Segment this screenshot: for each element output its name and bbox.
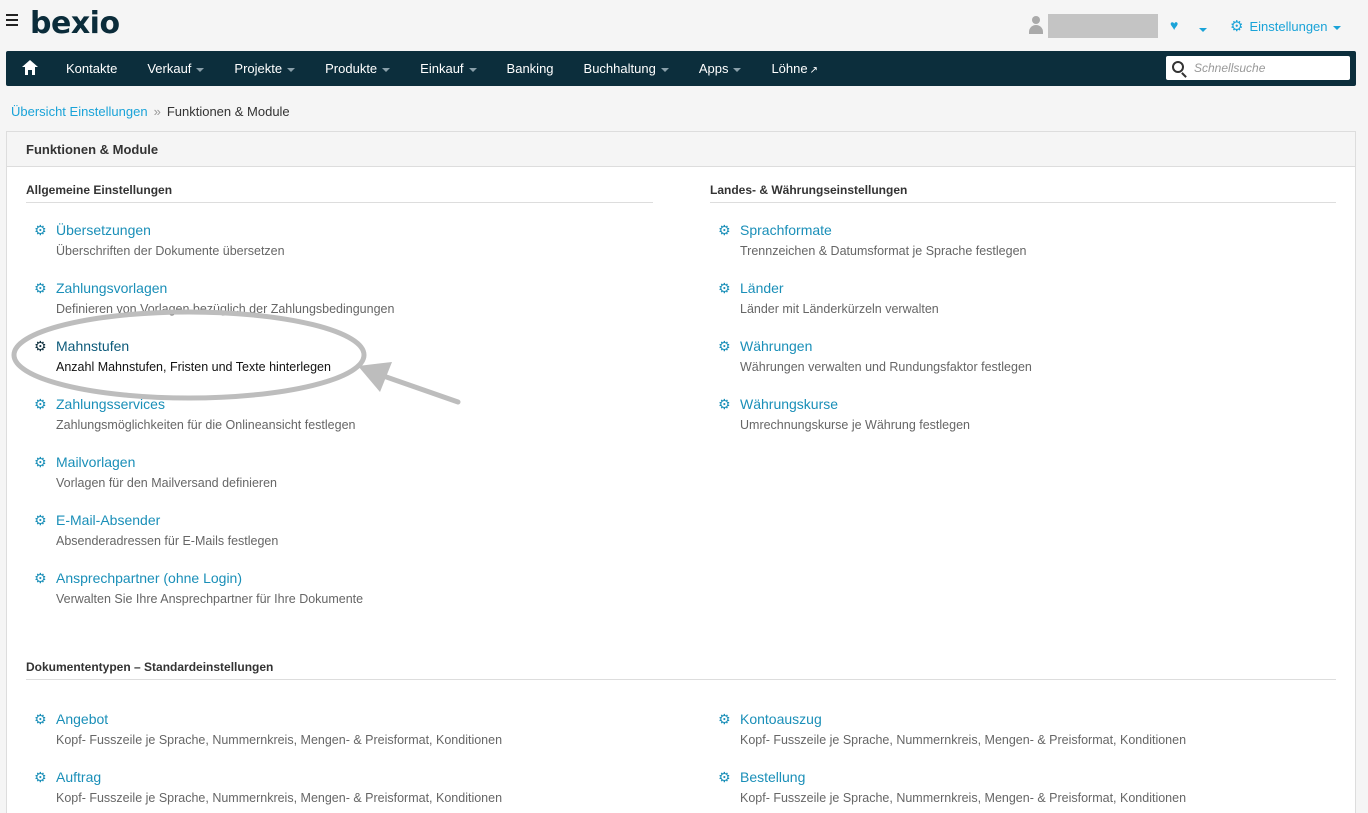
setting-description: Verwalten Sie Ihre Ansprechpartner für I… bbox=[56, 592, 364, 606]
chevron-down-icon bbox=[733, 67, 742, 72]
external-link-icon: ↗ bbox=[809, 65, 818, 76]
gear-icon: ⚙ bbox=[34, 396, 47, 412]
home-icon[interactable] bbox=[22, 60, 38, 76]
setting-link[interactable]: Mailvorlagen bbox=[56, 454, 135, 470]
gear-icon: ⚙ bbox=[1230, 18, 1244, 35]
nav-item-einkauf[interactable]: Einkauf bbox=[405, 61, 491, 76]
setting-link[interactable]: Sprachformate bbox=[740, 222, 832, 238]
setting-link[interactable]: Kontoauszug bbox=[740, 711, 822, 727]
settings-panel: Funktionen & Module Allgemeine Einstellu… bbox=[6, 131, 1356, 813]
chevron-down-icon bbox=[1332, 25, 1341, 30]
heart-icon[interactable]: ♥ bbox=[1170, 17, 1178, 33]
user-icon[interactable] bbox=[1028, 16, 1044, 34]
chevron-down-icon bbox=[196, 67, 205, 72]
setting-description: Währungen verwalten und Rundungsfaktor f… bbox=[740, 360, 1032, 374]
gear-icon: ⚙ bbox=[718, 396, 731, 412]
quick-search bbox=[1166, 56, 1350, 80]
gear-icon: ⚙ bbox=[718, 222, 731, 238]
chevron-down-icon bbox=[382, 67, 391, 72]
setting-description: Vorlagen für den Mailversand definieren bbox=[56, 476, 277, 490]
user-name-redacted[interactable] bbox=[1048, 14, 1158, 38]
setting-description: Überschriften der Dokumente übersetzen bbox=[56, 244, 285, 258]
gear-icon: ⚙ bbox=[718, 280, 731, 296]
gear-icon: ⚙ bbox=[718, 711, 731, 727]
nav-item-verkauf[interactable]: Verkauf bbox=[132, 61, 219, 76]
panel-title: Funktionen & Module bbox=[7, 132, 1355, 167]
nav-item-banking[interactable]: Banking bbox=[492, 61, 569, 76]
chevron-down-icon bbox=[660, 67, 669, 72]
section-title-locale: Landes- & Währungseinstellungen bbox=[710, 183, 908, 197]
setting-description: Definieren von Vorlagen bezüglich der Za… bbox=[56, 302, 395, 316]
setting-description: Trennzeichen & Datumsformat je Sprache f… bbox=[740, 244, 1027, 258]
hamburger-menu-icon[interactable] bbox=[6, 14, 18, 26]
setting-link[interactable]: Auftrag bbox=[56, 769, 101, 785]
nav-item-loehne[interactable]: Löhne ↗ bbox=[756, 61, 833, 76]
breadcrumb-current: Funktionen & Module bbox=[166, 104, 290, 119]
gear-icon: ⚙ bbox=[34, 711, 47, 727]
setting-link[interactable]: Zahlungsvorlagen bbox=[56, 280, 167, 296]
settings-menu-button[interactable]: ⚙ Einstellungen bbox=[1230, 17, 1341, 35]
setting-description: Kopf- Fusszeile je Sprache, Nummernkreis… bbox=[740, 791, 1187, 805]
setting-link[interactable]: Bestellung bbox=[740, 769, 805, 785]
search-input[interactable] bbox=[1194, 59, 1344, 77]
setting-link[interactable]: Übersetzungen bbox=[56, 222, 151, 238]
section-title-doctypes: Dokumententypen – Standardeinstellungen bbox=[26, 660, 274, 674]
breadcrumb-separator: » bbox=[153, 104, 161, 119]
setting-description: Umrechnungskurse je Währung festlegen bbox=[740, 418, 970, 432]
setting-description: Länder mit Länderkürzeln verwalten bbox=[740, 302, 939, 316]
setting-link[interactable]: Währungen bbox=[740, 338, 812, 354]
section-divider bbox=[26, 202, 653, 203]
chevron-down-icon bbox=[468, 67, 477, 72]
nav-item-buchhaltung[interactable]: Buchhaltung bbox=[569, 61, 684, 76]
top-bar: bexio ♥ ⚙ Einstellungen bbox=[0, 0, 1368, 50]
gear-icon: ⚙ bbox=[34, 512, 47, 528]
gear-icon: ⚙ bbox=[34, 222, 47, 238]
breadcrumb: Übersicht Einstellungen » Funktionen & Mod… bbox=[11, 104, 290, 119]
nav-item-kontakte[interactable]: Kontakte bbox=[51, 61, 132, 76]
gear-icon: ⚙ bbox=[34, 280, 47, 296]
main-nav: Kontakte Verkauf Projekte Produkte Einka… bbox=[6, 51, 1356, 86]
section-title-general: Allgemeine Einstellungen bbox=[26, 183, 173, 197]
bexio-logo[interactable]: bexio bbox=[30, 6, 120, 41]
setting-link[interactable]: Währungskurse bbox=[740, 396, 838, 412]
gear-icon: ⚙ bbox=[718, 769, 731, 785]
section-divider bbox=[710, 202, 1336, 203]
gear-icon: ⚙ bbox=[34, 570, 47, 586]
setting-description: Kopf- Fusszeile je Sprache, Nummernkreis… bbox=[56, 733, 503, 747]
section-divider bbox=[26, 679, 1336, 680]
favorites-dropdown-caret-icon[interactable] bbox=[1194, 21, 1207, 36]
setting-description: Anzahl Mahnstufen, Fristen und Texte hin… bbox=[56, 360, 331, 374]
search-icon bbox=[1172, 61, 1184, 73]
gear-icon: ⚙ bbox=[34, 454, 47, 470]
settings-label: Einstellungen bbox=[1249, 19, 1328, 34]
setting-link[interactable]: E-Mail-Absender bbox=[56, 512, 160, 528]
gear-icon: ⚙ bbox=[34, 769, 47, 785]
gear-icon: ⚙ bbox=[718, 338, 731, 354]
setting-link[interactable]: Mahnstufen bbox=[56, 338, 129, 354]
setting-link[interactable]: Länder bbox=[740, 280, 784, 296]
setting-description: Zahlungsmöglichkeiten für die Onlineansi… bbox=[56, 418, 356, 432]
breadcrumb-overview-link[interactable]: Übersicht Einstellungen bbox=[11, 104, 148, 119]
setting-link[interactable]: Ansprechpartner (ohne Login) bbox=[56, 570, 242, 586]
setting-description: Kopf- Fusszeile je Sprache, Nummernkreis… bbox=[56, 791, 503, 805]
user-area: ♥ ⚙ Einstellungen bbox=[1008, 12, 1368, 38]
nav-item-apps[interactable]: Apps bbox=[684, 61, 757, 76]
chevron-down-icon bbox=[287, 67, 296, 72]
gear-icon: ⚙ bbox=[34, 338, 47, 354]
setting-description: Kopf- Fusszeile je Sprache, Nummernkreis… bbox=[740, 733, 1187, 747]
nav-item-produkte[interactable]: Produkte bbox=[310, 61, 405, 76]
setting-description: Absenderadressen für E-Mails festlegen bbox=[56, 534, 279, 548]
setting-link[interactable]: Zahlungsservices bbox=[56, 396, 165, 412]
setting-link[interactable]: Angebot bbox=[56, 711, 108, 727]
nav-item-projekte[interactable]: Projekte bbox=[219, 61, 310, 76]
